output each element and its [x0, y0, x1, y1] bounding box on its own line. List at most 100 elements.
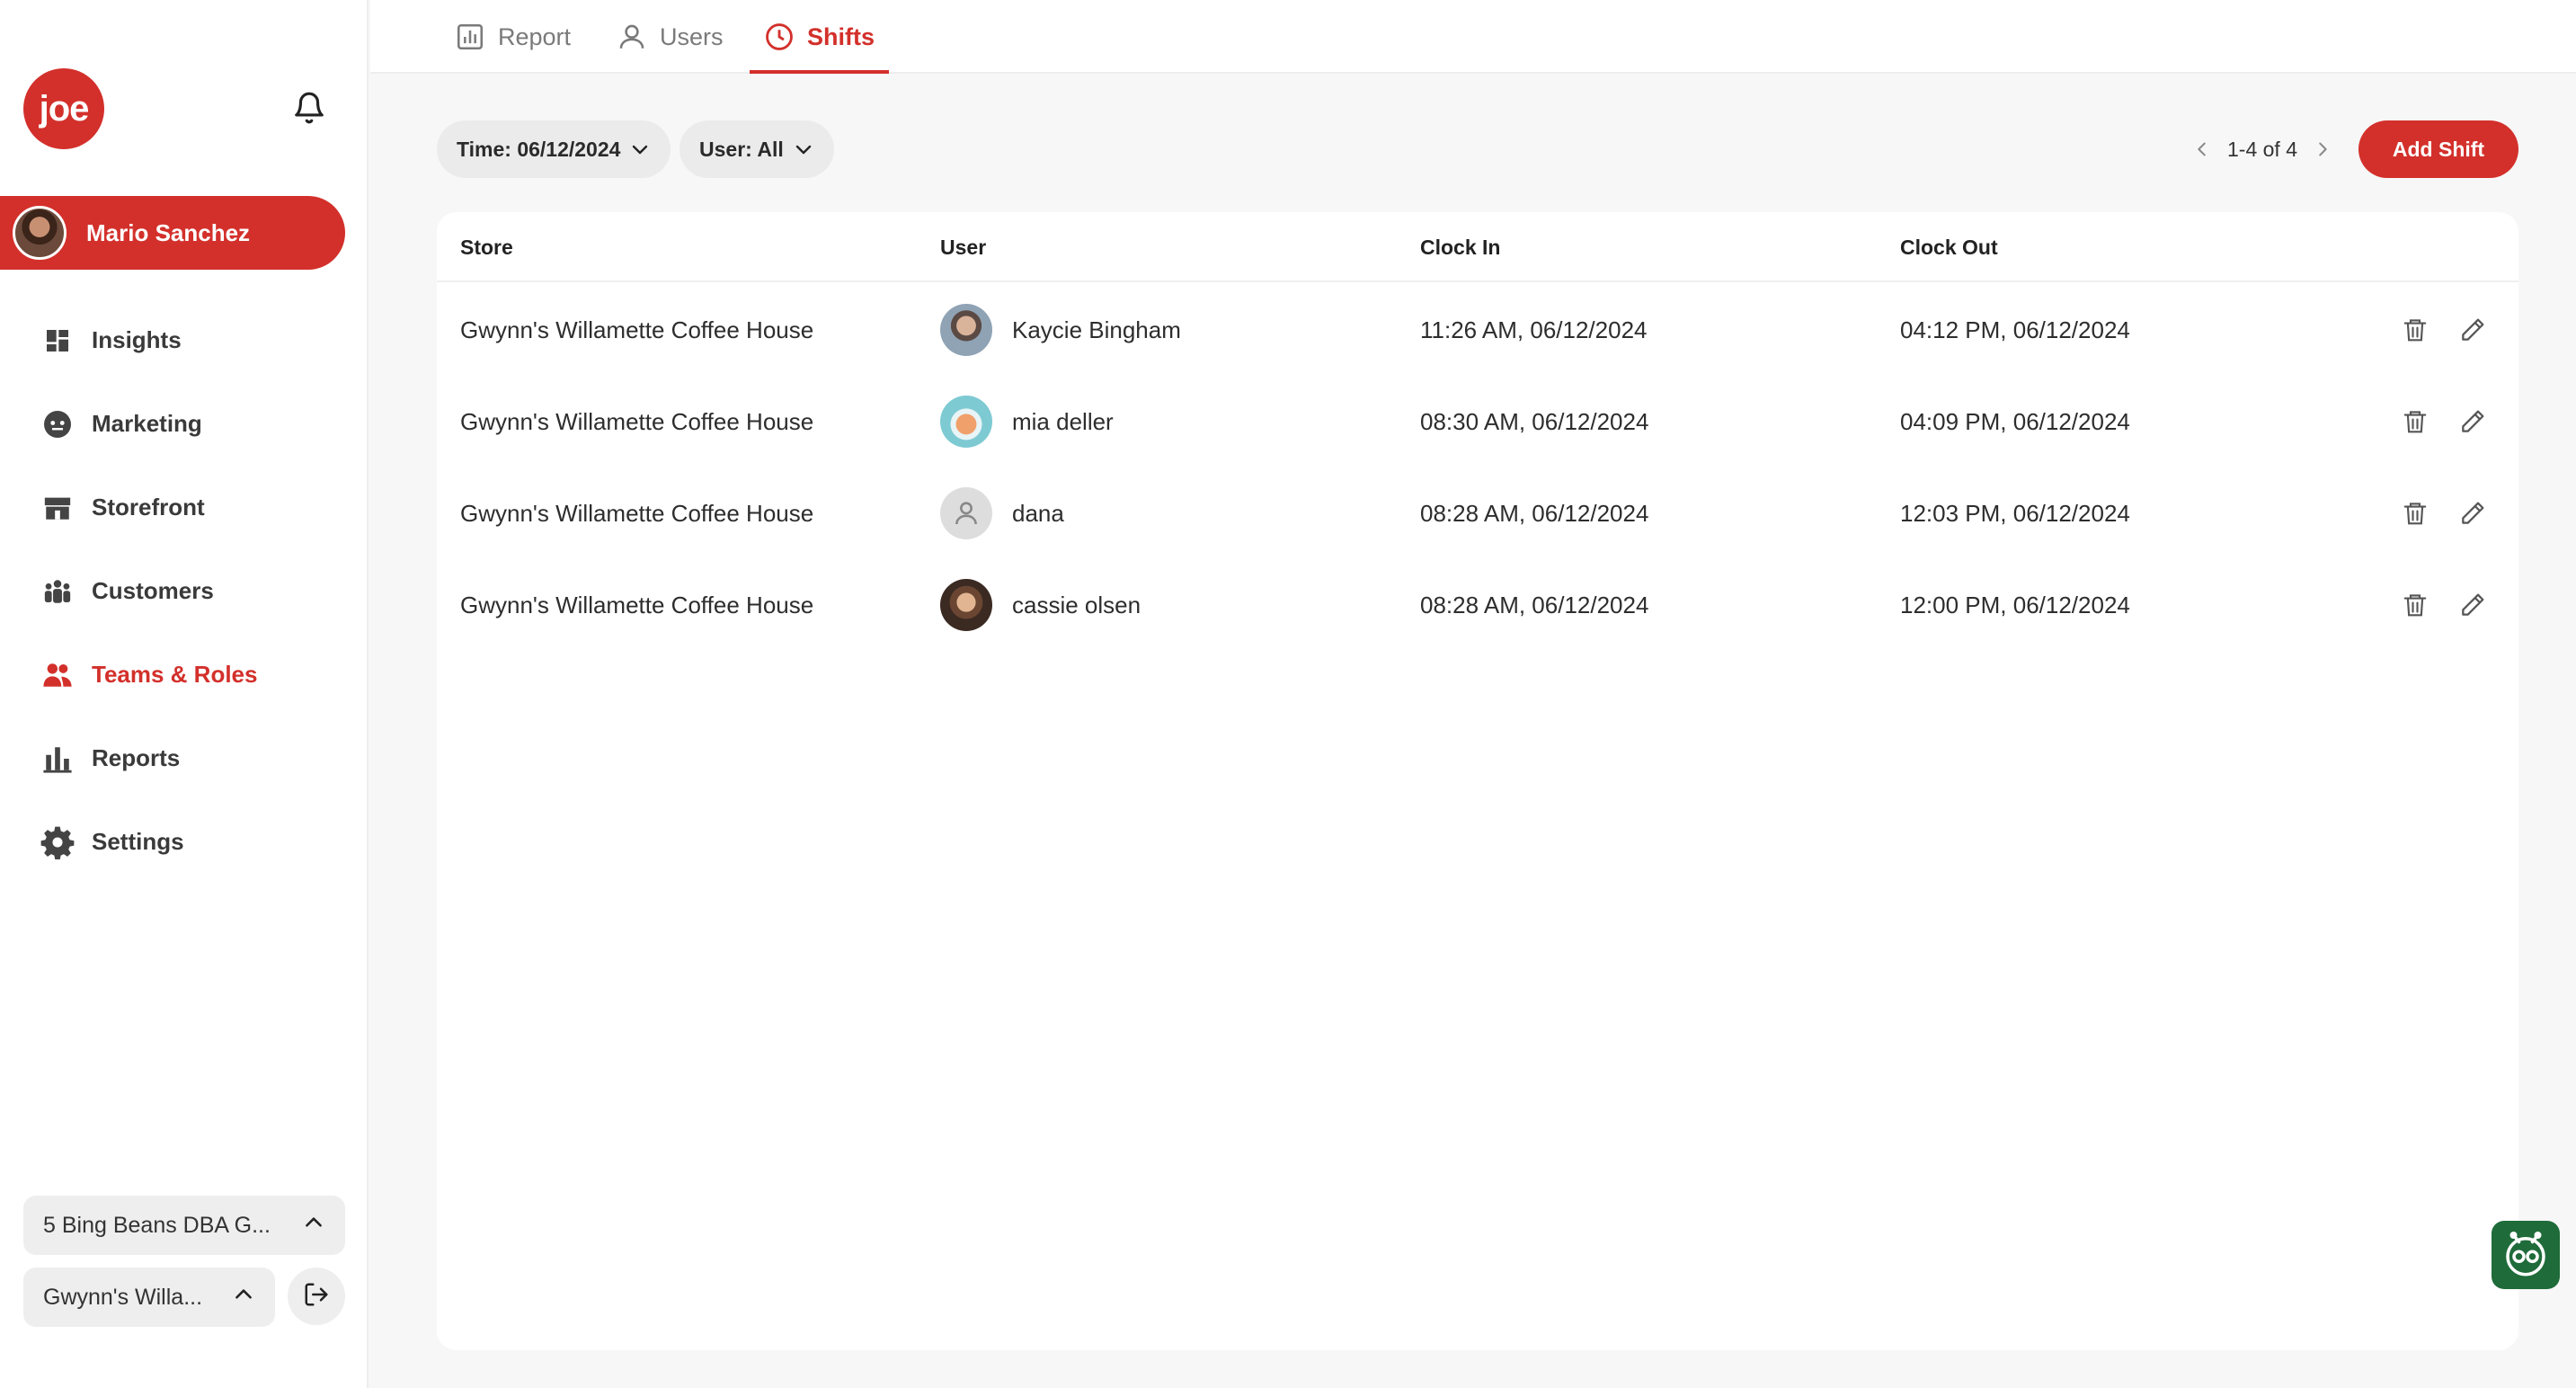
bell-icon[interactable]: [289, 88, 329, 128]
pencil-icon[interactable]: [2454, 586, 2492, 624]
table-row[interactable]: Gwynn's Willamette Coffee House Kaycie B…: [437, 284, 2518, 376]
table-row[interactable]: Gwynn's Willamette Coffee House cassie o…: [437, 559, 2518, 651]
sidebar-item-label: Teams & Roles: [92, 661, 258, 688]
clock-icon: [764, 22, 795, 52]
column-header-clock-in: Clock In: [1420, 235, 1501, 259]
row-actions: [2396, 467, 2492, 559]
tab-report[interactable]: Report: [455, 0, 571, 74]
column-header-clock-out: Clock Out: [1900, 235, 1998, 259]
clock-out-cell: 04:09 PM, 06/12/2024: [1900, 407, 2130, 435]
team-icon: [40, 657, 76, 693]
clock-in-cell: 11:26 AM, 06/12/2024: [1420, 316, 1648, 343]
pencil-icon[interactable]: [2454, 403, 2492, 440]
pencil-icon[interactable]: [2454, 494, 2492, 532]
sidebar: joe Mario Sanchez Insights Marketing Sto…: [0, 0, 369, 1388]
pagination: 1-4 of 4: [2190, 131, 2335, 167]
store-cell: Gwynn's Willamette Coffee House: [460, 316, 814, 343]
logout-icon: [303, 1281, 330, 1312]
sidebar-item-settings[interactable]: Settings: [0, 800, 369, 884]
user-filter[interactable]: User: All: [680, 120, 834, 178]
tab-bar: Report Users Shifts: [370, 0, 2576, 74]
row-actions: [2396, 559, 2492, 651]
table-header: Store User Clock In Clock Out: [437, 212, 2518, 282]
tab-label: Users: [660, 22, 724, 50]
chevron-up-icon: [232, 1283, 255, 1312]
tab-label: Shifts: [807, 22, 875, 50]
table-row[interactable]: Gwynn's Willamette Coffee House dana 08:…: [437, 467, 2518, 559]
megaphone-icon: [40, 406, 76, 442]
user-filter-label: User: All: [699, 137, 784, 161]
avatar: [940, 304, 992, 356]
sidebar-item-reports[interactable]: Reports: [0, 716, 369, 800]
sidebar-item-teams-roles[interactable]: Teams & Roles: [0, 633, 369, 716]
chevron-down-icon: [629, 138, 651, 160]
people-icon: [40, 574, 76, 609]
user-cell: dana: [940, 467, 1064, 559]
sidebar-item-label: Settings: [92, 828, 184, 855]
sidebar-item-label: Storefront: [92, 494, 205, 520]
trash-icon[interactable]: [2396, 586, 2434, 624]
store-cell: Gwynn's Willamette Coffee House: [460, 499, 814, 527]
clock-in-cell: 08:30 AM, 06/12/2024: [1420, 407, 1649, 435]
trash-icon[interactable]: [2396, 403, 2434, 440]
sidebar-item-label: Reports: [92, 744, 181, 771]
clock-out-cell: 12:03 PM, 06/12/2024: [1900, 499, 2130, 527]
user-name: Kaycie Bingham: [1012, 316, 1181, 343]
pagination-text: 1-4 of 4: [2227, 137, 2297, 161]
pencil-icon[interactable]: [2454, 311, 2492, 349]
trash-icon[interactable]: [2396, 494, 2434, 532]
user-name: dana: [1012, 499, 1064, 527]
table-row[interactable]: Gwynn's Willamette Coffee House mia dell…: [437, 376, 2518, 467]
chevron-down-icon: [793, 138, 814, 160]
user-name: cassie olsen: [1012, 591, 1141, 618]
store-icon: [40, 490, 76, 526]
user-cell: mia deller: [940, 376, 1114, 467]
chevron-right-icon[interactable]: [2310, 131, 2335, 167]
shifts-table: Store User Clock In Clock Out Gwynn's Wi…: [437, 212, 2518, 1350]
tab-shifts[interactable]: Shifts: [749, 0, 890, 74]
column-header-store: Store: [460, 235, 513, 259]
add-shift-button[interactable]: Add Shift: [2358, 120, 2518, 178]
avatar: [13, 206, 67, 260]
store-cell: Gwynn's Willamette Coffee House: [460, 407, 814, 435]
profile-button[interactable]: Mario Sanchez: [0, 196, 345, 270]
trash-icon[interactable]: [2396, 311, 2434, 349]
main-nav: Insights Marketing Storefront Customers …: [0, 298, 369, 884]
location-selector[interactable]: Gwynn's Willa...: [23, 1268, 275, 1327]
sidebar-item-storefront[interactable]: Storefront: [0, 466, 369, 549]
logout-button[interactable]: [288, 1268, 345, 1325]
tab-users[interactable]: Users: [617, 0, 724, 74]
time-filter-label: Time: 06/12/2024: [457, 137, 621, 161]
sidebar-item-label: Marketing: [92, 410, 202, 437]
joe-logo[interactable]: joe: [23, 68, 104, 149]
sidebar-item-label: Insights: [92, 326, 182, 353]
user-cell: cassie olsen: [940, 559, 1141, 651]
avatar: [940, 579, 992, 631]
avatar-placeholder-icon: [940, 487, 992, 539]
business-selector[interactable]: 5 Bing Beans DBA G...: [23, 1196, 345, 1255]
sidebar-item-insights[interactable]: Insights: [0, 298, 369, 382]
tab-label: Report: [498, 22, 572, 50]
sidebar-item-customers[interactable]: Customers: [0, 549, 369, 633]
user-icon: [617, 22, 647, 52]
clock-out-cell: 12:00 PM, 06/12/2024: [1900, 591, 2130, 618]
assistant-bot-button[interactable]: [2492, 1221, 2560, 1289]
sidebar-item-marketing[interactable]: Marketing: [0, 382, 369, 466]
clock-in-cell: 08:28 AM, 06/12/2024: [1420, 591, 1649, 618]
report-icon: [455, 22, 485, 52]
column-header-user: User: [940, 235, 987, 259]
bar-chart-icon: [40, 741, 76, 777]
grid-icon: [40, 323, 76, 359]
store-cell: Gwynn's Willamette Coffee House: [460, 591, 814, 618]
row-actions: [2396, 376, 2492, 467]
avatar: [940, 396, 992, 448]
time-filter[interactable]: Time: 06/12/2024: [437, 120, 671, 178]
chevron-up-icon: [302, 1211, 325, 1241]
chevron-left-icon[interactable]: [2190, 131, 2215, 167]
user-cell: Kaycie Bingham: [940, 284, 1181, 376]
sidebar-item-label: Customers: [92, 577, 214, 604]
robot-icon: [2499, 1226, 2553, 1285]
location-selector-label: Gwynn's Willa...: [43, 1284, 203, 1310]
profile-name: Mario Sanchez: [86, 218, 251, 246]
clock-in-cell: 08:28 AM, 06/12/2024: [1420, 499, 1649, 527]
